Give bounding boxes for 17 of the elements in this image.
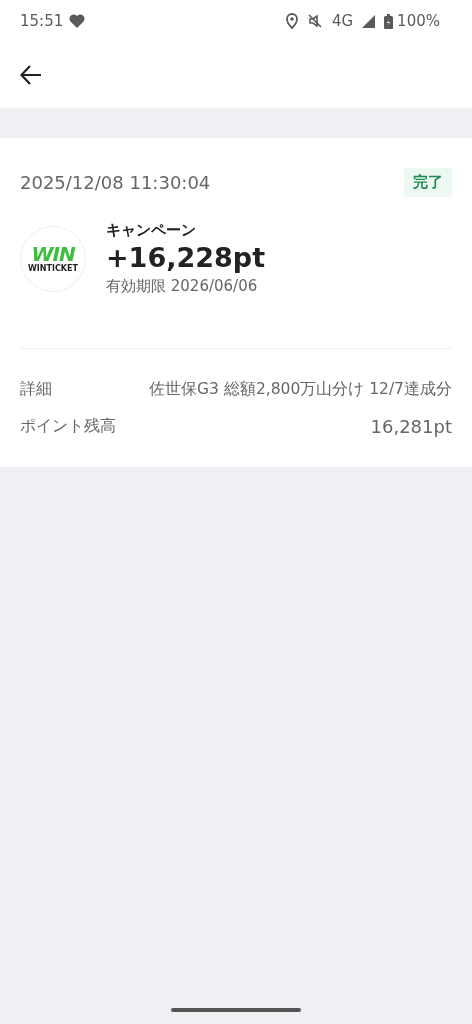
expiry-date: 有効期限 2026/06/06 (106, 277, 259, 296)
status-tag: 完了 (404, 168, 452, 197)
location-pin-icon (285, 13, 298, 29)
detail-value: 佐世保G3 総額2,800万山分け 12/7達成分 (149, 379, 452, 400)
battery-level: 100% (397, 12, 440, 30)
network-type: 4G (331, 12, 354, 30)
detail-label: 詳細 (20, 379, 52, 400)
category-label: キャンペーン (106, 221, 197, 240)
mute-icon (306, 13, 323, 29)
detail-value: 16,281pt (370, 416, 452, 437)
transaction-date: 2025/12/08 11:30:04 (20, 172, 211, 193)
signal-icon (362, 14, 376, 28)
status-time: 15:51 (20, 12, 64, 30)
battery-icon (384, 13, 394, 29)
heart-icon (69, 14, 86, 28)
point-amount: +16,228pt (106, 242, 266, 273)
detail-label: ポイント残高 (20, 416, 116, 437)
